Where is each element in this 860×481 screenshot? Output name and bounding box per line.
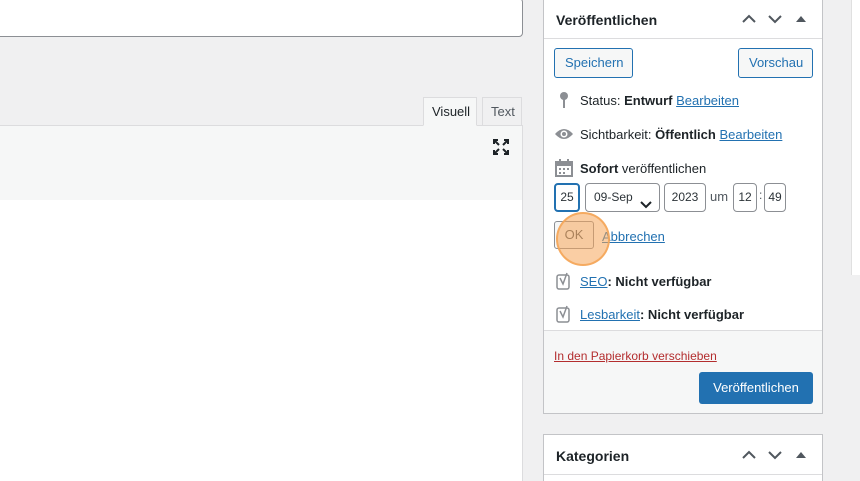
toggle-panel-icon[interactable] xyxy=(792,10,810,28)
schedule-row: Sofort veröffentlichen xyxy=(554,158,706,178)
seo-value: : Nicht verfügbar xyxy=(607,273,712,289)
cancel-link[interactable]: Abbrechen xyxy=(602,229,665,244)
page-scrollbar[interactable] xyxy=(849,0,860,481)
publish-box-header: Veröffentlichen xyxy=(544,0,822,39)
editor-toolbar xyxy=(0,125,523,201)
day-input[interactable]: 25 xyxy=(554,183,580,212)
chevron-down-icon xyxy=(640,192,652,219)
eye-icon xyxy=(554,124,574,144)
status-label: Status: xyxy=(580,92,621,108)
minute-input[interactable]: 49 xyxy=(764,183,786,212)
status-edit-link[interactable]: Bearbeiten xyxy=(676,93,739,108)
move-up-icon[interactable] xyxy=(740,446,758,464)
move-down-icon[interactable] xyxy=(766,446,784,464)
at-label: um xyxy=(710,189,729,204)
visibility-value: Öffentlich xyxy=(655,126,716,142)
yoast-icon xyxy=(554,304,574,324)
publish-box: Veröffentlichen Speichern Vorschau Statu… xyxy=(543,0,823,414)
status-value: Entwurf xyxy=(624,92,673,108)
toggle-panel-icon[interactable] xyxy=(792,446,810,464)
visibility-edit-link[interactable]: Bearbeiten xyxy=(719,127,782,142)
preview-button[interactable]: Vorschau xyxy=(738,48,813,78)
publish-box-footer: In den Papierkorb verschieben Veröffentl… xyxy=(544,330,822,413)
readability-link[interactable]: Lesbarkeit xyxy=(580,307,640,322)
categories-box-header: Kategorien xyxy=(544,435,822,475)
categories-box: Kategorien xyxy=(543,434,823,481)
tab-text[interactable]: Text xyxy=(482,97,522,126)
move-down-icon[interactable] xyxy=(766,10,784,28)
time-separator: : xyxy=(759,188,763,202)
visibility-label: Sichtbarkeit: xyxy=(580,126,652,142)
save-draft-button[interactable]: Speichern xyxy=(554,48,633,78)
hour-input[interactable]: 12 xyxy=(733,183,757,212)
post-title-input[interactable] xyxy=(0,0,523,37)
yoast-icon xyxy=(554,271,574,291)
tab-visual[interactable]: Visuell xyxy=(423,97,477,126)
publish-button[interactable]: Veröffentlichen xyxy=(699,372,813,404)
visibility-row: Sichtbarkeit: Öffentlich Bearbeiten xyxy=(554,124,782,144)
move-up-icon[interactable] xyxy=(740,10,758,28)
publish-box-title: Veröffentlichen xyxy=(556,12,658,28)
schedule-text: veröffentlichen xyxy=(621,160,707,176)
month-select[interactable]: 09-Sep xyxy=(585,183,660,212)
status-row: Status: Entwurf Bearbeiten xyxy=(554,90,739,110)
readability-row: Lesbarkeit: Nicht verfügbar xyxy=(554,304,744,324)
calendar-icon xyxy=(554,158,574,178)
fullscreen-icon[interactable] xyxy=(492,138,510,156)
move-to-trash-link[interactable]: In den Papierkorb verschieben xyxy=(554,349,717,363)
editor-content-area[interactable] xyxy=(0,200,523,481)
ok-button[interactable]: OK xyxy=(554,221,594,249)
scrollbar-thumb[interactable] xyxy=(851,0,860,275)
seo-link[interactable]: SEO xyxy=(580,274,607,289)
seo-row: SEO: Nicht verfügbar xyxy=(554,271,711,291)
month-select-value: 09-Sep xyxy=(594,190,633,204)
pin-icon xyxy=(554,90,574,110)
categories-box-title: Kategorien xyxy=(556,448,630,464)
readability-value: : Nicht verfügbar xyxy=(639,306,744,322)
year-input[interactable]: 2023 xyxy=(664,183,706,212)
schedule-strong: Sofort xyxy=(580,160,619,176)
